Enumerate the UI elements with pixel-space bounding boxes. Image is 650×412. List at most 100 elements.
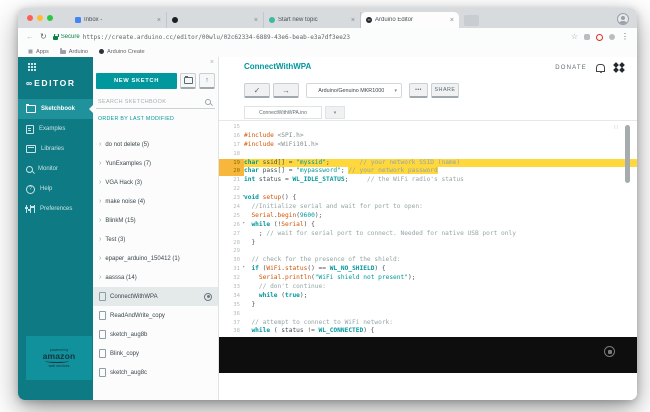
import-sketch-button[interactable]: ↑ [199,73,215,89]
sketch-item[interactable]: ›YunExamples (7) [93,154,218,173]
sketch-item[interactable]: ›do not delete (5) [93,135,218,154]
code-token: while [259,292,278,299]
code-editor[interactable]: ∷ 1516#include <SPI.h>17#include <WiFi10… [219,121,637,337]
chrome-menu-icon[interactable]: ⋮ [621,33,629,41]
sidebar-item-libraries[interactable]: Libraries [18,139,93,159]
sidebar-item-sketchbook[interactable]: Sketchbook [18,99,93,119]
code-line: 27 ; // wait for serial port to connect.… [219,230,637,239]
sketch-item-label: do not delete (5) [105,142,149,148]
order-by-label[interactable]: ORDER BY LAST MODIFIED [98,116,215,122]
browser-tab[interactable]: Start new topic× [264,12,361,28]
code-token: char [244,159,259,166]
sidebar-item-monitor[interactable]: Monitor [18,159,93,179]
bookmark-arduino[interactable]: Arduino [60,49,88,55]
line-number: 27 [219,230,244,239]
search-sketchbook-field[interactable]: SEARCH SKETCHBOOK [96,99,215,109]
code-text: while ( status != WL_CONNECTED) { [244,327,637,336]
code-line: 15 [219,123,637,132]
code-line: 18 [219,150,637,159]
code-token: true [285,292,300,299]
code-token: Serial [259,274,281,281]
extension-red-icon[interactable] [596,34,603,41]
code-line: 30 // check for the presence of the shie… [219,256,637,265]
expand-editor-icon[interactable]: ∷ [614,124,619,131]
bookmark-star-icon[interactable]: ☆ [571,33,578,41]
notifications-bell-icon[interactable] [596,64,605,72]
code-lines: 1516#include <SPI.h>17#include <WiFi101.… [219,121,637,336]
url-text[interactable]: https://create.arduino.cc/editor/00wlu/0… [83,34,350,41]
apps-grid-icon[interactable] [28,63,30,65]
new-sketch-button[interactable]: NEW SKETCH [96,73,177,89]
code-text: char ssid[] = "myssid"; // your network … [244,159,637,168]
gear-icon[interactable] [204,293,212,301]
browser-tabs: Inbox -××Start new topic×∞Arduino Editor… [70,12,479,28]
code-token: #include [244,141,278,148]
donate-link[interactable]: DONATE [555,65,587,71]
code-token: WL_NO_SHIELD [330,265,375,272]
browser-tab[interactable]: × [167,12,264,28]
file-tab[interactable]: ConnectWithWPA.ino [244,106,322,119]
sidebar-item-label: Examples [39,126,65,132]
grid-icon [28,49,33,54]
close-tab-icon[interactable]: × [450,17,454,24]
extension-icon[interactable] [584,34,590,40]
bookmark-arduino-create[interactable]: Arduino Create [99,49,145,55]
sketch-item-label: ConnectWithWPA [110,294,158,300]
back-icon[interactable]: ← [26,33,34,41]
console-bar[interactable] [219,337,637,373]
nav-sidebar: ∞ EDITOR SketchbookExamplesLibrariesMoni… [18,57,93,400]
close-tab-icon[interactable]: × [157,17,161,24]
chat-icon[interactable] [604,346,615,357]
board-selector[interactable]: Arduino/Genuino MKR1000 ▾ [306,83,402,98]
arduino-community-icon[interactable] [614,63,625,72]
sketch-item[interactable]: Blink_copy [93,344,218,363]
collapse-panel-icon[interactable]: × [210,59,214,66]
sketch-item[interactable]: ReadAndWrite_copy [93,306,218,325]
code-token: while [251,327,270,334]
bookmark-apps[interactable]: Apps [28,49,49,55]
share-button[interactable]: SHARE [431,83,459,98]
window-controls [27,15,53,21]
verify-button[interactable]: ✓ [244,83,270,98]
code-token: ) { [304,221,315,228]
reload-icon[interactable]: ↻ [40,33,47,41]
code-token: ; [244,230,266,237]
fold-arrow-icon[interactable]: ▾ [242,193,245,202]
more-options-button[interactable]: ••• [409,83,428,98]
extension-icon-2[interactable] [609,34,615,40]
tab-title: Arduino Editor [375,17,447,23]
close-tab-icon[interactable]: × [351,17,355,24]
sketch-item[interactable]: ›VGA Hack (3) [93,173,218,192]
browser-tab[interactable]: ∞Arduino Editor× [361,12,459,28]
address-bar[interactable]: Secure https://create.arduino.cc/editor/… [53,34,565,41]
sketch-item[interactable]: ›epaper_arduino_150412 (1) [93,249,218,268]
folder-icon [184,77,193,84]
sidebar-item-help[interactable]: ?Help [18,179,93,199]
close-tab-icon[interactable]: × [254,17,258,24]
code-token: ) { [374,265,385,272]
sidebar-item-examples[interactable]: Examples [18,119,93,139]
editor-scrollbar[interactable] [625,125,630,183]
sketch-item[interactable]: ›Test (3) [93,230,218,249]
close-window-icon[interactable] [27,15,33,21]
browser-tab[interactable]: Inbox -× [70,12,167,28]
new-folder-button[interactable] [180,73,196,89]
new-tab-button[interactable] [464,15,479,26]
sketch-item[interactable]: ›make noise (4) [93,192,218,211]
file-tab-menu-button[interactable]: ▾ [325,106,345,119]
minimize-window-icon[interactable] [37,15,43,21]
browser-profile-avatar[interactable] [617,13,629,25]
sketch-item[interactable]: ›BlinkM (15) [93,211,218,230]
zoom-window-icon[interactable] [47,15,53,21]
fold-arrow-icon[interactable]: ▾ [242,220,245,229]
sketch-item[interactable]: sketch_aug8b [93,325,218,344]
doc-icon [26,125,34,134]
code-token: ; [326,159,360,166]
fold-arrow-icon[interactable]: ▾ [242,264,245,273]
sidebar-item-preferences[interactable]: Preferences [18,199,93,219]
line-number: 33 [219,283,244,292]
sketch-item[interactable]: ›aasssa (14) [93,268,218,287]
upload-button[interactable]: → [273,83,299,98]
sketch-item[interactable]: ConnectWithWPA [93,287,218,306]
sketch-item[interactable]: sketch_aug8c [93,363,218,382]
